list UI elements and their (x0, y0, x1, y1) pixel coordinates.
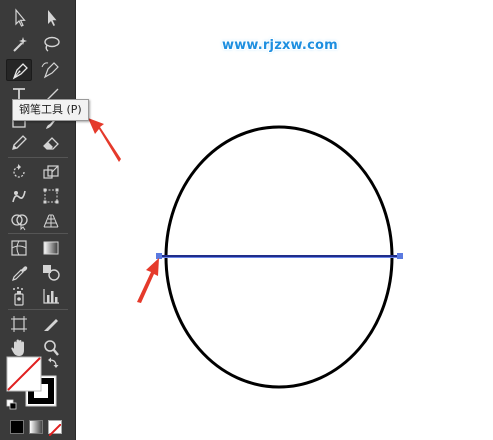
toolbar-divider (8, 233, 68, 234)
selection-tool[interactable] (6, 7, 32, 29)
anchor-point-end[interactable] (397, 253, 403, 259)
tool-row (6, 130, 70, 154)
direct-selection-tool[interactable] (38, 7, 64, 29)
eyedropper-icon (12, 266, 28, 281)
pencil-tool[interactable] (6, 131, 32, 153)
fill-stroke-graphic (6, 356, 59, 410)
scale-icon (43, 165, 59, 179)
none-slash-icon (48, 423, 62, 437)
annotation-arrow-icon (137, 258, 159, 303)
tool-row (6, 260, 70, 284)
tool-row (6, 312, 70, 336)
tool-row (6, 284, 70, 308)
slice-tool[interactable] (38, 313, 64, 335)
illustrator-workspace: 钢笔工具 (P) www.rjzxw.com (0, 0, 493, 440)
free-transform-icon (43, 188, 59, 204)
ellipse-shape[interactable] (164, 125, 394, 389)
tool-row (6, 6, 70, 30)
free-transform-tool[interactable] (38, 185, 64, 207)
rotate-icon (13, 164, 25, 178)
gradient-icon (43, 241, 59, 255)
shape-builder-tool[interactable] (6, 209, 32, 231)
eraser-tool[interactable] (38, 131, 64, 153)
tool-row (6, 58, 70, 82)
tools-panel (0, 0, 76, 440)
blend-icon (43, 265, 60, 281)
tool-row (6, 208, 70, 232)
pencil-icon (12, 135, 27, 150)
color-mode-buttons (8, 420, 70, 437)
symbol-sprayer-tool[interactable] (6, 285, 32, 307)
toolbar-divider (8, 157, 68, 158)
lasso-icon (44, 36, 60, 52)
tool-row (6, 32, 70, 56)
direct-selection-arrow-icon (48, 10, 57, 26)
column-graph-tool[interactable] (38, 285, 64, 307)
perspective-grid-icon (43, 214, 59, 228)
none-mode-button[interactable] (48, 420, 62, 437)
eyedropper-tool[interactable] (6, 261, 32, 283)
anchor-point-start[interactable] (156, 253, 162, 259)
selection-arrow-icon (15, 8, 26, 27)
pen-tool[interactable] (6, 59, 32, 81)
artboard-icon (11, 316, 27, 332)
mesh-tool[interactable] (6, 237, 32, 259)
tool-row (6, 184, 70, 208)
curvature-pen-icon (41, 62, 59, 79)
symbol-sprayer-icon (13, 287, 24, 306)
perspective-grid-tool[interactable] (38, 209, 64, 231)
warp-tool[interactable] (6, 185, 32, 207)
pen-tool-tooltip: 钢笔工具 (P) (12, 99, 89, 121)
magic-wand-icon (13, 37, 27, 52)
fill-stroke-swatches (6, 356, 70, 416)
warp-icon (12, 190, 26, 203)
annotation-arrow-icon (88, 118, 121, 162)
slice-icon (44, 319, 58, 331)
tool-row (6, 160, 70, 184)
lasso-tool[interactable] (38, 33, 64, 55)
eraser-icon (43, 137, 59, 150)
pen-icon (12, 63, 28, 80)
mesh-icon (11, 240, 27, 256)
color-mode-button[interactable] (10, 420, 24, 434)
gradient-tool[interactable] (38, 237, 64, 259)
toolbar-divider (8, 309, 68, 310)
magic-wand-tool[interactable] (6, 33, 32, 55)
scale-tool[interactable] (38, 161, 64, 183)
gradient-mode-button[interactable] (29, 420, 43, 434)
blend-tool[interactable] (38, 261, 64, 283)
shape-builder-icon (11, 214, 28, 231)
column-graph-icon (43, 289, 59, 304)
tool-row (6, 236, 70, 260)
rotate-tool[interactable] (6, 161, 32, 183)
artboard-tool[interactable] (6, 313, 32, 335)
watermark: www.rjzxw.com (222, 38, 338, 53)
curvature-tool[interactable] (38, 59, 64, 81)
